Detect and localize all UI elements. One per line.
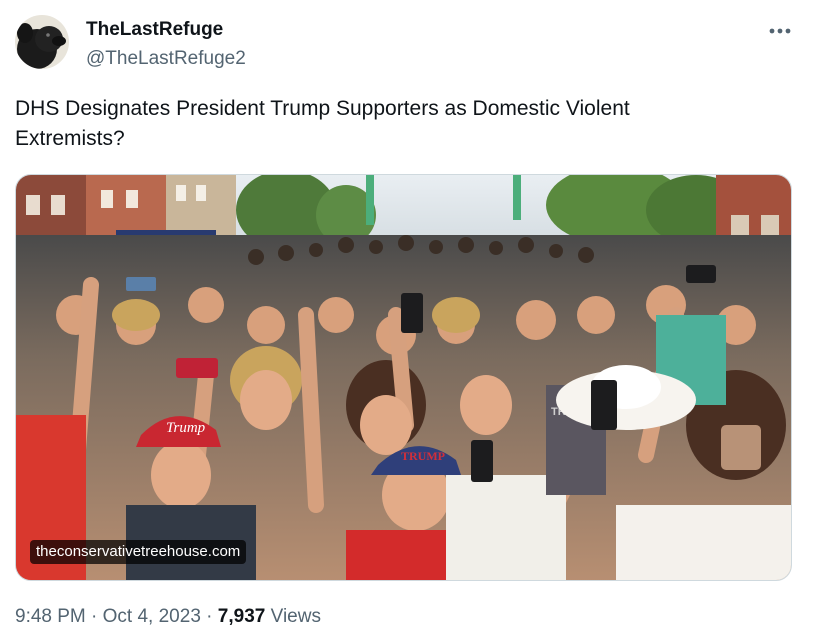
more-options-icon (769, 28, 791, 34)
black-dog-avatar-icon (15, 15, 69, 69)
views-count: 7,937 (217, 606, 266, 627)
views-label: Views (270, 606, 321, 627)
crowd-photo: Trump TRUMP TRUMP (16, 175, 791, 580)
tweet-media-image[interactable]: Trump TRUMP TRUMP theconservativetreehou… (15, 174, 792, 581)
author-display-name[interactable]: TheLastRefuge (86, 19, 223, 41)
avatar[interactable] (15, 15, 69, 69)
author-handle[interactable]: @TheLastRefuge2 (86, 48, 246, 70)
media-source-domain[interactable]: theconservativetreehouse.com (30, 540, 247, 564)
tweet-text: DHS Designates President Trump Supporter… (15, 97, 630, 150)
hat-text-2: TRUMP (401, 449, 445, 463)
tweet-meta: 9:48 PM · Oct 4, 2023 · 7,937 Views (15, 606, 321, 628)
tweet-time[interactable]: 9:48 PM (15, 606, 86, 627)
tweet-date[interactable]: Oct 4, 2023 (103, 606, 201, 627)
meta-separator: · (91, 606, 98, 627)
meta-separator: · (206, 606, 213, 627)
hat-text: Trump (166, 420, 206, 436)
more-options-button[interactable] (767, 20, 793, 42)
